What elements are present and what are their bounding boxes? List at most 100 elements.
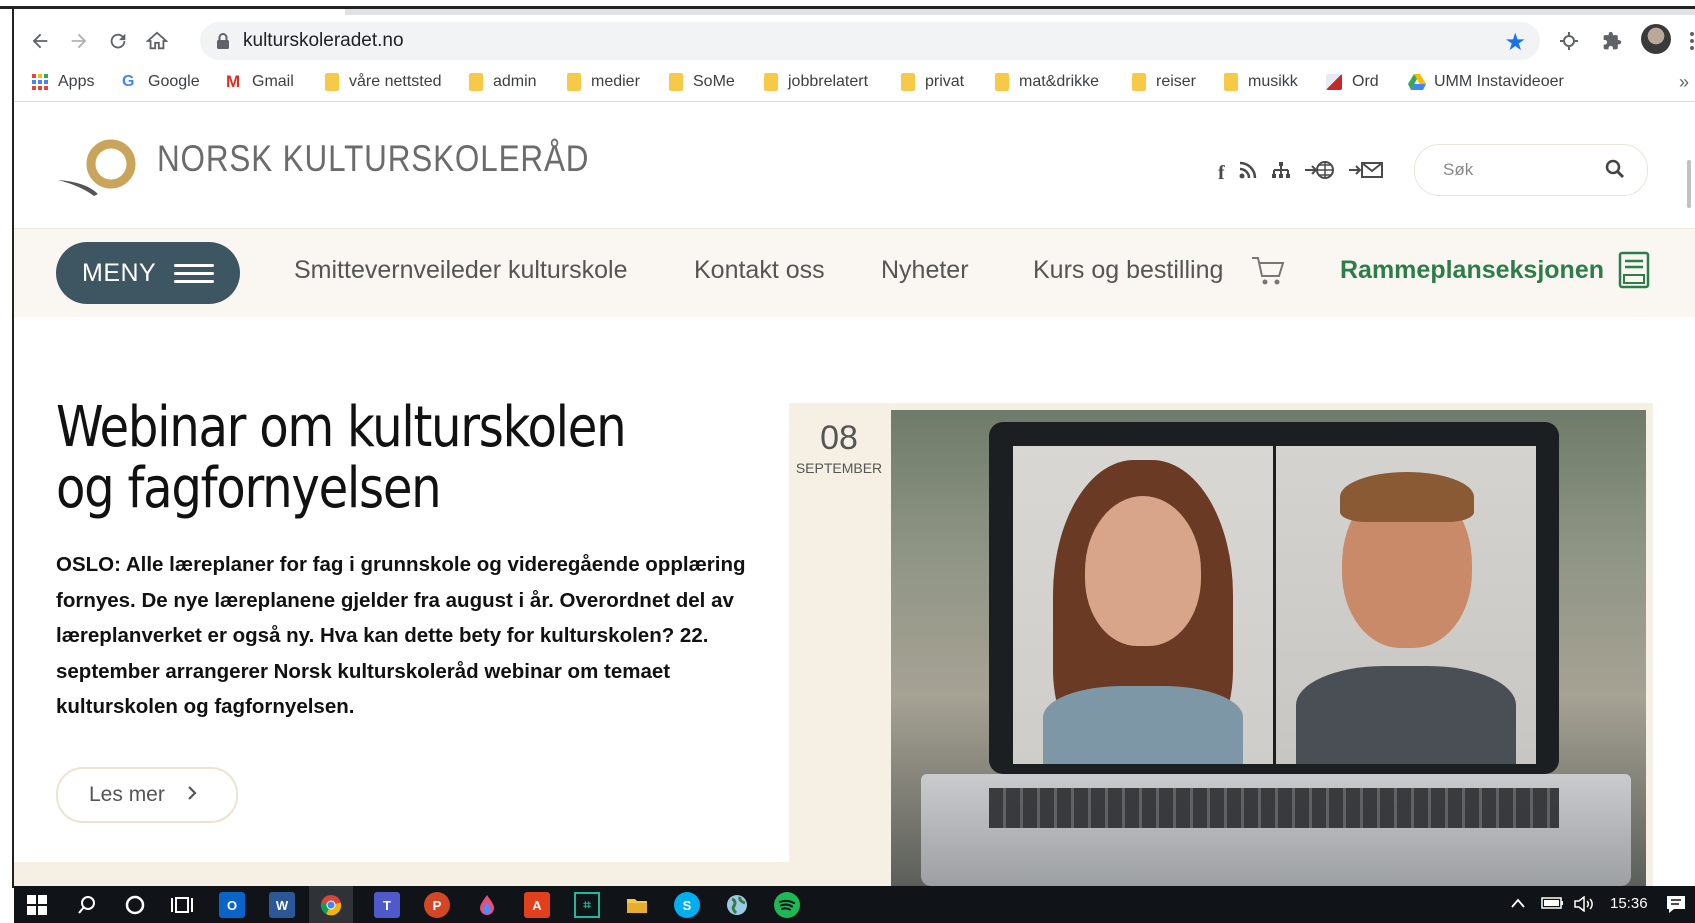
more-vert-icon[interactable] bbox=[1678, 27, 1695, 55]
facebook-icon[interactable]: f bbox=[1218, 162, 1225, 185]
nav-link-rammeplan[interactable]: Rammeplanseksjonen bbox=[1340, 256, 1604, 285]
ord-icon bbox=[1326, 74, 1342, 90]
read-more-button[interactable]: Les mer bbox=[56, 767, 238, 823]
teams-icon[interactable]: T bbox=[374, 892, 400, 918]
site-logo-icon[interactable] bbox=[56, 138, 151, 198]
extension-icon[interactable] bbox=[1555, 27, 1583, 55]
volume-icon[interactable] bbox=[1574, 895, 1596, 916]
bookmark-apps[interactable]: Apps bbox=[32, 73, 94, 91]
webinar-participant-man bbox=[1276, 446, 1536, 764]
nav-link-nyheter[interactable]: Nyheter bbox=[881, 256, 969, 285]
app-icon[interactable]: ⌗ bbox=[574, 892, 600, 918]
bookmark-label: musikk bbox=[1248, 73, 1298, 90]
bookmark-label: admin bbox=[493, 73, 537, 90]
browser-toolbar: kulturskoleradet.no ★ bbox=[14, 15, 1695, 67]
home-icon[interactable] bbox=[141, 25, 173, 57]
spotify-icon[interactable] bbox=[774, 892, 800, 918]
paint-icon[interactable] bbox=[474, 892, 500, 918]
main-navigation: MENY Smittevernveileder kulturskole Kont… bbox=[14, 228, 1695, 318]
nav-link-kontakt[interactable]: Kontakt oss bbox=[694, 256, 825, 285]
bookmark-folder[interactable]: reiser bbox=[1132, 73, 1196, 91]
bookmark-label: Gmail bbox=[252, 73, 294, 90]
bookmark-google[interactable]: G Google bbox=[122, 73, 200, 91]
chevron-right-icon bbox=[187, 785, 197, 806]
bookmark-folder[interactable]: våre nettsted bbox=[325, 73, 442, 91]
bookmark-folder[interactable]: mat&drikke bbox=[995, 73, 1099, 91]
bookmark-folder[interactable]: musikk bbox=[1224, 73, 1298, 91]
windows-start-icon[interactable] bbox=[24, 892, 50, 918]
acrobat-icon[interactable]: A bbox=[524, 892, 550, 918]
file-explorer-icon[interactable] bbox=[624, 892, 650, 918]
article-title[interactable]: Webinar om kulturskolen og fagfornyelsen bbox=[56, 397, 649, 519]
scrollbar-thumb[interactable] bbox=[1687, 160, 1691, 208]
site-brand[interactable]: NORSK KULTURSKOLERÅD bbox=[157, 138, 589, 180]
notification-icon[interactable] bbox=[1666, 894, 1686, 918]
site-search[interactable]: Søk bbox=[1414, 144, 1648, 196]
forward-icon[interactable] bbox=[63, 25, 95, 57]
url-text[interactable]: kulturskoleradet.no bbox=[243, 30, 404, 52]
bookmark-label: Google bbox=[148, 73, 200, 90]
bookmark-folder[interactable]: SoMe bbox=[669, 73, 735, 91]
bookmark-ord[interactable]: Ord bbox=[1326, 73, 1379, 91]
search-icon[interactable] bbox=[1605, 159, 1625, 184]
chrome-icon[interactable] bbox=[309, 886, 353, 923]
article-lead: OSLO: Alle læreplaner for fag i grunnsko… bbox=[56, 553, 746, 718]
bookmark-gmail[interactable]: M Gmail bbox=[226, 73, 294, 91]
bookmark-folder[interactable]: jobbrelatert bbox=[764, 73, 868, 91]
extensions-puzzle-icon[interactable] bbox=[1598, 27, 1626, 55]
bookmarks-more-button[interactable]: » bbox=[1679, 72, 1689, 93]
search-icon[interactable] bbox=[74, 892, 100, 918]
newsletter-icon[interactable] bbox=[1348, 160, 1383, 186]
rammeplan-book-icon[interactable] bbox=[1618, 251, 1650, 296]
window-left-border bbox=[12, 8, 14, 888]
nav-link-kurs[interactable]: Kurs og bestilling bbox=[1033, 256, 1223, 285]
globe-icon[interactable] bbox=[724, 892, 750, 918]
bookmarks-bar: Apps G Google M Gmail våre nettsted admi… bbox=[14, 67, 1695, 102]
bookmark-label: SoMe bbox=[693, 73, 735, 90]
browser-window: kulturskoleradet.no ★ Apps G Google M Gm… bbox=[0, 0, 1695, 923]
powerpoint-icon[interactable]: P bbox=[424, 892, 450, 918]
outlook-icon[interactable]: O bbox=[219, 892, 245, 918]
folder-icon bbox=[469, 73, 483, 91]
search-input[interactable]: Søk bbox=[1443, 160, 1473, 180]
bookmark-label: Apps bbox=[58, 73, 95, 90]
nav-link-smittevern[interactable]: Smittevernveileder kulturskole bbox=[294, 256, 627, 285]
webinar-participant-woman bbox=[1013, 446, 1273, 764]
windows-taskbar: O W T P A ⌗ S 15:36 bbox=[14, 886, 1695, 923]
gmail-icon: M bbox=[226, 72, 241, 91]
battery-icon[interactable] bbox=[1541, 896, 1565, 914]
section-divider bbox=[14, 862, 876, 886]
language-icon[interactable] bbox=[1304, 160, 1335, 186]
bookmark-folder[interactable]: privat bbox=[901, 73, 964, 91]
reload-icon[interactable] bbox=[102, 25, 134, 57]
folder-icon bbox=[995, 73, 1009, 91]
site-header: NORSK KULTURSKOLERÅD f Søk bbox=[14, 102, 1695, 228]
bookmark-drive[interactable]: UMM Instavideoer bbox=[1408, 73, 1564, 91]
word-icon[interactable]: W bbox=[269, 892, 295, 918]
task-view-icon[interactable] bbox=[169, 892, 195, 918]
bookmark-star-icon[interactable]: ★ bbox=[1504, 28, 1526, 57]
folder-icon bbox=[1132, 73, 1146, 91]
date-month: SEPTEMBER bbox=[795, 460, 883, 476]
back-icon[interactable] bbox=[24, 25, 56, 57]
rss-icon[interactable] bbox=[1239, 161, 1257, 185]
google-icon: G bbox=[122, 73, 135, 90]
profile-avatar[interactable] bbox=[1641, 24, 1671, 54]
skype-icon[interactable]: S bbox=[674, 892, 700, 918]
folder-icon bbox=[325, 73, 339, 91]
hamburger-icon bbox=[174, 259, 215, 288]
sitemap-icon[interactable] bbox=[1271, 161, 1291, 185]
bookmark-folder[interactable]: medier bbox=[567, 73, 640, 91]
clock[interactable]: 15:36 bbox=[1610, 895, 1648, 912]
cart-icon[interactable] bbox=[1251, 255, 1285, 292]
cortana-icon[interactable] bbox=[122, 892, 148, 918]
chevron-up-icon[interactable] bbox=[1510, 896, 1526, 913]
bookmark-label: medier bbox=[591, 73, 640, 90]
bookmark-label: Ord bbox=[1352, 73, 1379, 90]
article-image[interactable] bbox=[891, 410, 1646, 886]
bookmark-folder[interactable]: admin bbox=[469, 73, 537, 91]
lock-icon[interactable] bbox=[216, 32, 230, 55]
bookmark-label: våre nettsted bbox=[349, 73, 442, 90]
address-bar[interactable]: kulturskoleradet.no ★ bbox=[200, 22, 1540, 60]
menu-button[interactable]: MENY bbox=[56, 242, 240, 304]
